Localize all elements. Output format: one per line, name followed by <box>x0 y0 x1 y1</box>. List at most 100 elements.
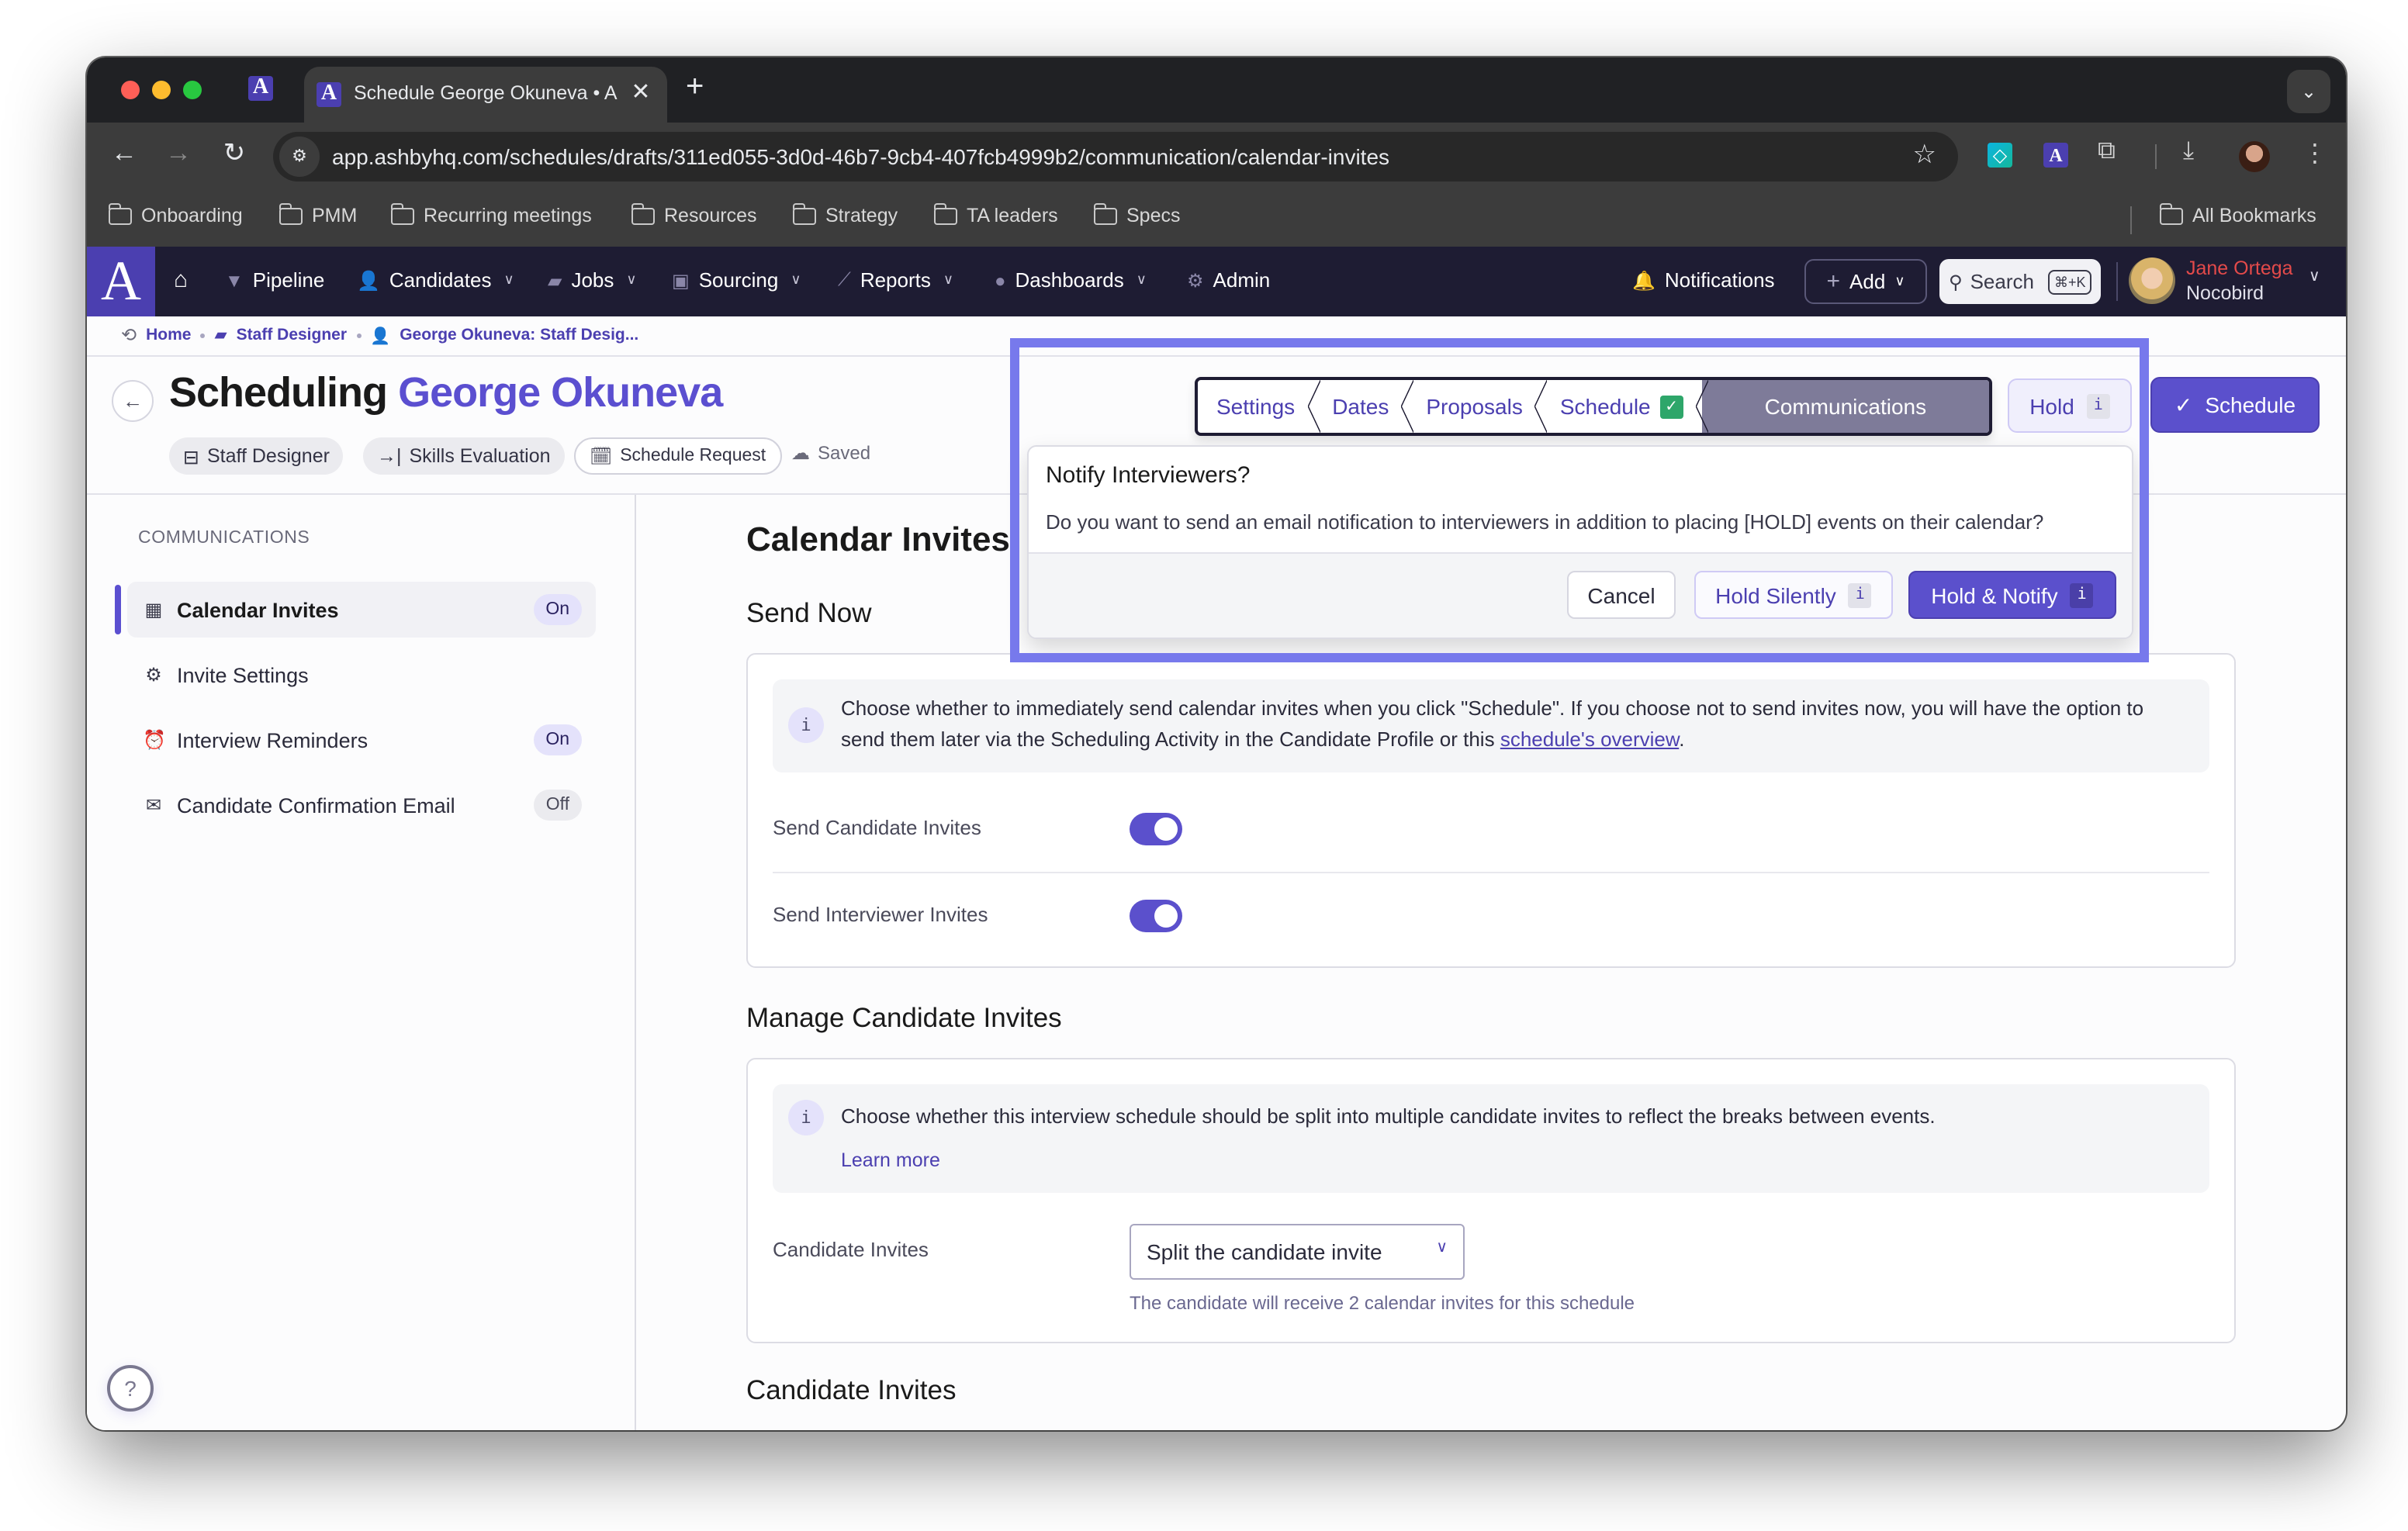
plus-icon: + <box>1826 268 1841 295</box>
history-icon[interactable]: ⟲ <box>121 324 137 346</box>
site-settings-icon[interactable]: ⚙ <box>279 137 320 177</box>
info-icon: i <box>1848 582 1872 607</box>
info-icon: i <box>2086 393 2110 418</box>
chevron-down-icon: ∨ <box>1436 1239 1448 1256</box>
stage-chip[interactable]: →| Skills Evaluation <box>363 437 565 475</box>
tab-dates[interactable]: Dates <box>1313 380 1413 433</box>
calendar-icon: ▦ <box>144 599 163 620</box>
maximize-window-button[interactable] <box>183 81 202 99</box>
sidebar-item-invite-settings[interactable]: ⚙ Invite Settings <box>127 647 596 703</box>
browser-profile-avatar[interactable] <box>2239 141 2270 172</box>
chevron-down-icon[interactable]: ∨ <box>2309 268 2320 285</box>
sidebar-item-candidate-confirmation-email[interactable]: ✉ Candidate Confirmation Email Off <box>127 777 596 833</box>
nav-dashboards[interactable]: ● Dashboards ∨ <box>995 268 1147 292</box>
reload-icon[interactable]: ↻ <box>216 138 253 169</box>
step-tabs: Settings Dates Proposals Schedule ✓ Commu… <box>1195 377 1992 436</box>
bookmark-folder[interactable]: Specs <box>1093 202 1181 226</box>
candidate-invites-select[interactable]: Split the candidate invite ∨ <box>1130 1224 1465 1280</box>
browser-menu-kebab-icon[interactable]: ⋮ <box>2302 138 2327 169</box>
send-interviewer-invites-toggle[interactable] <box>1130 900 1182 932</box>
active-tab[interactable]: A Schedule George Okuneva • Ashby ✕ <box>304 67 667 123</box>
learn-more-link[interactable]: Learn more <box>841 1149 940 1171</box>
candidate-name-link[interactable]: George Okuneva <box>398 369 723 416</box>
info-icon: i <box>2070 582 2094 607</box>
tab-schedule[interactable]: Schedule ✓ <box>1541 380 1709 433</box>
bookmark-folder[interactable]: Onboarding <box>108 202 243 226</box>
search-button[interactable]: ⚲ Search ⌘+K <box>1939 259 2101 304</box>
info-box: i Choose whether this interview schedule… <box>773 1084 2209 1193</box>
briefcase-icon: ⊟ <box>183 446 199 468</box>
pinned-tab-ashby[interactable]: A <box>248 76 273 101</box>
nav-reports[interactable]: ⟋ Reports ∨ <box>838 268 953 292</box>
schedule-button[interactable]: ✓ Schedule <box>2150 377 2320 433</box>
folder-icon <box>390 202 414 224</box>
bookmark-folder[interactable]: TA leaders <box>933 202 1058 226</box>
send-now-heading: Send Now <box>746 597 872 628</box>
schedule-overview-link[interactable]: schedule's overview <box>1500 727 1679 751</box>
calendar-edit-icon: 🗓 <box>590 448 613 467</box>
extension-ashby-icon[interactable]: A <box>2043 143 2068 168</box>
send-candidate-invites-toggle[interactable] <box>1130 813 1182 845</box>
home-icon[interactable]: ⌂ <box>174 267 188 293</box>
close-tab-icon[interactable]: ✕ <box>627 78 655 105</box>
schedule-request-chip[interactable]: 🗓 Schedule Request <box>574 437 782 475</box>
tab-communications[interactable]: Communications <box>1701 380 1989 433</box>
bookmark-star-icon[interactable]: ☆ <box>1913 140 1937 171</box>
nav-jobs[interactable]: ▰ Jobs ∨ <box>548 268 637 292</box>
close-window-button[interactable] <box>121 81 140 99</box>
browser-window: A A Schedule George Okuneva • Ashby ✕ + … <box>87 57 2346 1430</box>
nav-sourcing[interactable]: ▣ Sourcing ∨ <box>672 268 801 292</box>
user-org: Nocobird <box>2186 282 2264 304</box>
all-bookmarks-folder[interactable]: All Bookmarks <box>2159 202 2316 226</box>
ashby-logo[interactable]: A <box>87 247 155 316</box>
user-name[interactable]: Jane Ortega <box>2186 257 2293 279</box>
nav-admin[interactable]: ⚙ Admin <box>1187 268 1270 292</box>
tab-strip: A A Schedule George Okuneva • Ashby ✕ + … <box>87 57 2346 123</box>
search-icon: ⚲ <box>1949 271 1963 292</box>
bookmarks-divider <box>2130 206 2132 234</box>
envelope-icon: ✉ <box>145 794 162 816</box>
sourcing-icon: ▣ <box>672 269 690 291</box>
breadcrumb-job[interactable]: Staff Designer <box>237 326 347 344</box>
bookmark-folder[interactable]: Resources <box>631 202 757 226</box>
hold-silently-button[interactable]: Hold Silently i <box>1694 571 1893 619</box>
sidebar-item-interview-reminders[interactable]: ⏰ Interview Reminders On <box>127 712 596 768</box>
nav-pipeline[interactable]: ▼ Pipeline <box>225 268 324 292</box>
sidebar-item-calendar-invites[interactable]: ▦ Calendar Invites On <box>127 582 596 638</box>
help-button[interactable]: ? <box>107 1365 154 1412</box>
chevron-down-icon: ∨ <box>791 271 801 287</box>
breadcrumb-application[interactable]: George Okuneva: Staff Desig... <box>400 326 638 344</box>
status-badge: On <box>533 724 582 755</box>
cancel-button[interactable]: Cancel <box>1567 571 1676 619</box>
candidates-icon: 👤 <box>357 269 380 291</box>
forward-arrow-icon[interactable]: → <box>160 138 197 169</box>
breadcrumb-home[interactable]: Home <box>146 326 191 344</box>
add-button[interactable]: + Add ∨ <box>1804 259 1927 304</box>
active-indicator <box>115 585 121 634</box>
user-avatar[interactable] <box>2129 257 2175 304</box>
hold-button[interactable]: Hold i <box>2008 378 2132 433</box>
bookmark-folder[interactable]: Strategy <box>792 202 898 226</box>
extensions-puzzle-icon[interactable]: ⧉ <box>2098 138 2116 166</box>
bookmark-folder[interactable]: PMM <box>279 202 357 226</box>
extension-diamond-icon[interactable]: ◇ <box>1988 143 2012 168</box>
new-tab-icon[interactable]: + <box>686 70 704 105</box>
notifications-button[interactable]: 🔔 Notifications <box>1632 268 1775 292</box>
download-icon[interactable]: ⤓ <box>2183 138 2194 166</box>
minimize-window-button[interactable] <box>152 81 171 99</box>
job-chip[interactable]: ⊟ Staff Designer <box>169 437 344 475</box>
tab-settings[interactable]: Settings <box>1198 380 1320 433</box>
nav-candidates[interactable]: 👤 Candidates ∨ <box>357 268 514 292</box>
alarm-clock-icon: ⏰ <box>143 729 166 751</box>
bookmark-folder[interactable]: Recurring meetings <box>390 202 592 226</box>
tab-search-chevron-icon[interactable]: ⌄ <box>2287 70 2330 113</box>
tab-proposals[interactable]: Proposals <box>1407 380 1548 433</box>
address-bar[interactable]: ⚙ app.ashbyhq.com/schedules/drafts/311ed… <box>273 132 1958 181</box>
url-text[interactable]: app.ashbyhq.com/schedules/drafts/311ed05… <box>332 144 1389 169</box>
gauge-icon: ● <box>995 269 1006 291</box>
popover-body: Do you want to send an email notificatio… <box>1046 510 2044 534</box>
back-arrow-icon[interactable]: ← <box>106 138 143 169</box>
hold-and-notify-button[interactable]: Hold & Notify i <box>1908 571 2116 619</box>
back-button[interactable]: ← <box>112 380 154 422</box>
candidate-icon: 👤 <box>370 327 391 345</box>
